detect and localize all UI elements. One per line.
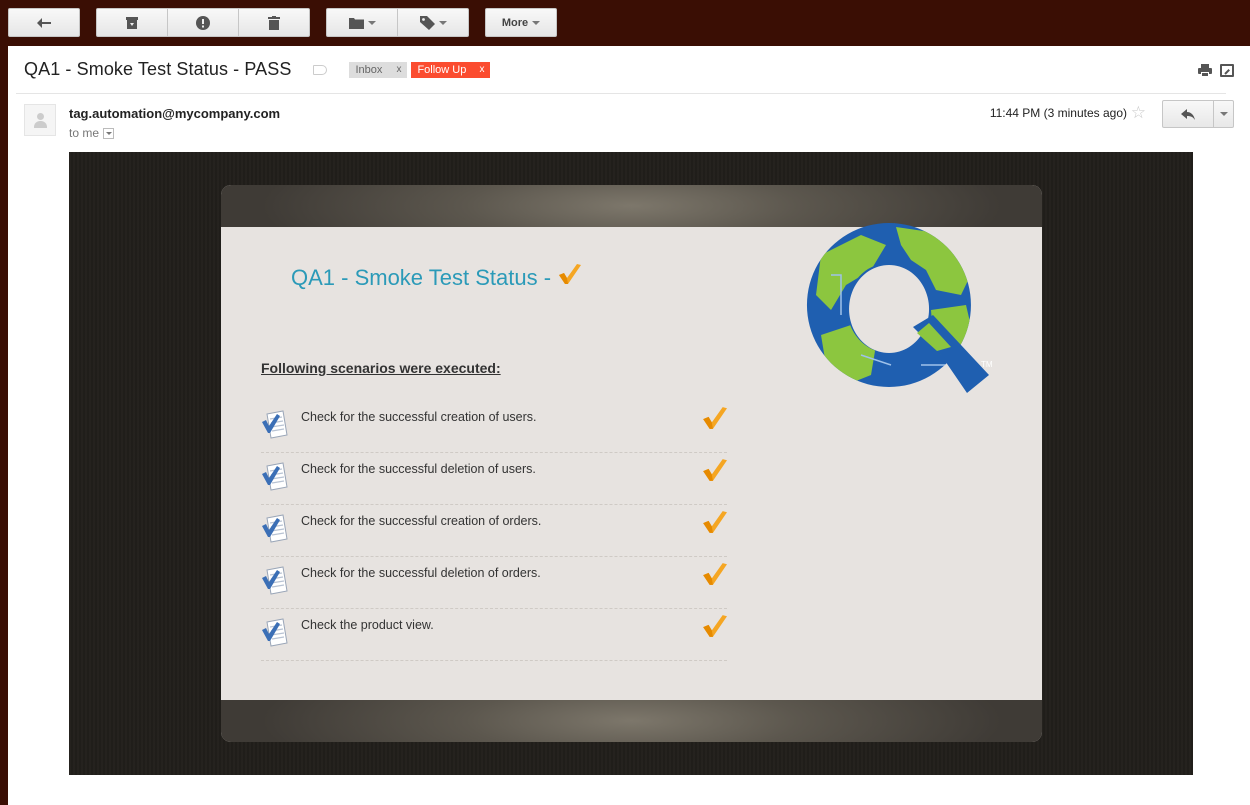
delete-button[interactable] [238, 8, 310, 37]
document-check-icon [262, 618, 288, 647]
document-check-icon [262, 566, 288, 595]
subject-row: QA1 - Smoke Test Status - PASS Inbox x F… [24, 59, 491, 80]
archive-icon [126, 16, 138, 29]
document-check-icon [262, 514, 288, 543]
sender-address[interactable]: tag.automation@mycompany.com [69, 106, 280, 121]
email-body: QA1 - Smoke Test Status - Following scen… [69, 152, 1193, 775]
scenario-text: Check for the successful deletion of ord… [301, 566, 541, 580]
status-card: QA1 - Smoke Test Status - Following scen… [221, 185, 1042, 742]
new-window-icon[interactable] [1220, 64, 1234, 77]
status-title-text: QA1 - Smoke Test Status - [291, 265, 552, 290]
reply-button[interactable] [1162, 100, 1214, 128]
scenario-text: Check for the successful creation of ord… [301, 514, 542, 528]
recipient-line: to me [69, 126, 115, 140]
archive-button[interactable] [96, 8, 168, 37]
scenario-text: Check for the successful deletion of use… [301, 462, 536, 476]
more-button[interactable]: More [485, 8, 557, 37]
header-divider [16, 93, 1226, 94]
more-actions-button[interactable] [1214, 100, 1234, 128]
star-icon[interactable]: ☆ [1131, 103, 1146, 123]
checkmark-icon [703, 615, 727, 637]
list-item: Check for the successful deletion of use… [261, 453, 727, 505]
scenario-text: Check for the successful creation of use… [301, 410, 537, 424]
list-item: Check for the successful creation of use… [261, 401, 727, 453]
qa-globe-logo: TM [806, 223, 993, 393]
remove-label-follow-up-button[interactable]: x [479, 64, 484, 75]
status-title: QA1 - Smoke Test Status - [291, 262, 582, 291]
move-to-button[interactable] [326, 8, 398, 37]
label-follow-up[interactable]: Follow Up x [411, 61, 491, 78]
document-check-icon [262, 462, 288, 491]
chevron-down-icon [532, 20, 541, 25]
trademark-symbol: TM [981, 360, 993, 369]
print-icon[interactable] [1198, 64, 1212, 77]
back-arrow-icon [37, 17, 51, 28]
scenario-list: Check for the successful creation of use… [261, 401, 727, 661]
trash-icon [268, 15, 280, 30]
chevron-down-icon [438, 20, 447, 25]
checkmark-icon [703, 459, 727, 481]
chevron-down-icon [105, 131, 112, 135]
document-check-icon [262, 410, 288, 439]
checkmark-icon [703, 407, 727, 429]
remove-label-inbox-button[interactable]: x [396, 64, 401, 75]
label-inbox-text: Inbox [355, 63, 383, 76]
report-spam-button[interactable] [167, 8, 239, 37]
avatar [24, 104, 56, 136]
list-item: Check for the successful deletion of ord… [261, 557, 727, 609]
toolbar: More [0, 0, 1250, 46]
label-icon [419, 15, 435, 30]
labels-button[interactable] [397, 8, 469, 37]
scenario-text: Check the product view. [301, 618, 434, 632]
card-footer-band [221, 700, 1042, 742]
show-details-button[interactable] [103, 127, 115, 139]
more-label: More [501, 16, 529, 29]
header-actions [1198, 64, 1234, 77]
folder-icon [348, 17, 364, 29]
spam-icon [196, 15, 210, 30]
chevron-down-icon [367, 20, 376, 25]
email-subject: QA1 - Smoke Test Status - PASS [24, 59, 292, 79]
importance-marker-icon[interactable] [313, 64, 328, 75]
recipient-text: to me [69, 126, 100, 140]
checkmark-icon [557, 262, 582, 286]
back-button[interactable] [8, 8, 80, 37]
message-panel: QA1 - Smoke Test Status - PASS Inbox x F… [8, 46, 1250, 805]
checkmark-icon [703, 511, 727, 533]
label-follow-up-text: Follow Up [417, 63, 467, 76]
list-item: Check for the successful creation of ord… [261, 505, 727, 557]
chevron-down-icon [1219, 112, 1228, 116]
label-inbox[interactable]: Inbox x [349, 61, 408, 78]
scenarios-heading: Following scenarios were executed: [261, 360, 501, 376]
reply-icon [1181, 108, 1195, 120]
list-item: Check the product view. [261, 609, 727, 661]
message-time: 11:44 PM (3 minutes ago) [989, 106, 1127, 120]
reply-group [1162, 100, 1234, 128]
checkmark-icon [703, 563, 727, 585]
